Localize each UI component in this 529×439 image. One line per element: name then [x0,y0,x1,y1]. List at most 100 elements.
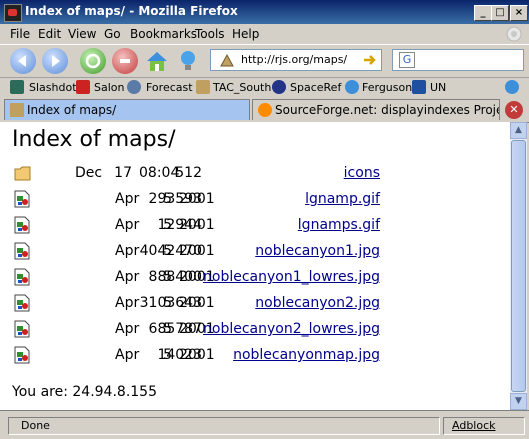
url-bar[interactable]: http://rjs.org/maps/ [210,49,382,71]
bookmark-forecast[interactable]: Forecast [146,81,193,94]
bookmark-spaceref[interactable]: SpaceRef [290,81,341,94]
bookmark-ferguson[interactable]: Ferguson [362,81,412,94]
reload-icon[interactable] [80,48,106,74]
tab-strip: Index of maps/ SourceForge.net: displayi… [0,98,529,123]
file-link[interactable]: lgnamp.gif [305,191,380,207]
listing-row: 14023 Apr 5 2001 noblecanyonmap.jpg [0,342,510,368]
file-month: Apr [115,269,140,285]
file-day: 5 [163,347,172,363]
file-link[interactable]: noblecanyon2.jpg [255,295,380,311]
listing-row: 685787 Apr 5 2001 noblecanyon2_lowres.jpg [0,316,510,342]
file-month: Apr [115,295,140,311]
client-ip-text: You are: 24.94.8.155 [12,384,157,400]
forecast-icon [127,80,141,94]
image-file-icon[interactable] [14,242,30,260]
file-time: 2001 [179,217,215,233]
maximize-button[interactable]: □ [491,5,509,21]
menu-help[interactable]: Help [232,27,259,41]
menu-bar: File Edit View Go Bookmarks Tools Help [0,24,529,44]
file-day: 5 [163,269,172,285]
go-arrow-icon[interactable] [361,52,377,68]
close-tab-icon[interactable]: ✕ [505,101,523,119]
file-month: Apr [115,191,140,207]
tab-label: Index of maps/ [27,103,117,117]
menu-view[interactable]: View [68,27,96,41]
ferguson-icon [345,80,359,94]
lightbulb-icon[interactable] [176,48,200,74]
bookmarks-overflow-icon[interactable] [505,80,519,94]
file-month: Apr [115,217,140,233]
menu-go[interactable]: Go [104,27,121,41]
image-file-icon[interactable] [14,268,30,286]
tab-label: SourceForge.net: displayindexes Project:… [275,103,499,117]
menu-file[interactable]: File [10,27,30,41]
file-time: 08:04 [139,165,180,181]
throbber-icon [500,24,528,44]
spaceref-icon [272,80,286,94]
page-heading: Index of maps/ [12,127,176,152]
page-content: Index of maps/ 512 Dec 17 08:04 icons 293593 A… [0,122,510,410]
file-date: Dec 17 08:04 [75,165,179,181]
image-file-icon[interactable] [14,216,30,234]
bookmark-salon[interactable]: Salon [94,81,124,94]
tab-index-of-maps[interactable]: Index of maps/ [4,99,250,120]
folder-icon[interactable] [14,164,31,182]
url-text: http://rjs.org/maps/ [241,53,348,66]
menu-tools[interactable]: Tools [195,27,225,41]
file-month: Apr [115,347,140,363]
adblock-link[interactable]: Adblock [452,419,496,432]
salon-icon [76,80,90,94]
file-link[interactable]: noblecanyon2_lowres.jpg [203,321,380,337]
file-link[interactable]: icons [344,165,380,181]
close-button[interactable]: × [510,5,528,21]
bookmark-tac-south[interactable]: TAC_South [213,81,271,94]
file-time: 2001 [179,295,215,311]
file-date: Apr 5 2001 [115,217,215,233]
listing-row: 3103643 Apr 5 2001 noblecanyon2.jpg [0,290,510,316]
bookmark-un[interactable]: UN [430,81,446,94]
slashdot-icon [10,80,24,94]
file-link[interactable]: noblecanyonmap.jpg [233,347,380,363]
tab-sourceforge[interactable]: SourceForge.net: displayindexes Project:… [252,99,500,120]
image-file-icon[interactable] [14,320,30,338]
image-file-icon[interactable] [14,294,30,312]
file-date: Apr 5 2001 [115,347,215,363]
file-day: 17 [114,165,132,181]
home-icon[interactable] [144,48,170,74]
image-file-icon[interactable] [14,346,30,364]
image-file-icon[interactable] [14,190,30,208]
file-day: 5 [163,321,172,337]
menu-edit[interactable]: Edit [38,27,61,41]
adblock-panel[interactable]: Adblock [443,417,525,435]
back-arrow-icon[interactable] [10,48,36,74]
scroll-up-arrow-icon[interactable]: ▲ [510,122,527,139]
listing-row: 293593 Apr 5 2001 lgnamp.gif [0,186,510,212]
file-link[interactable]: noblecanyon1_lowres.jpg [203,269,380,285]
stop-icon[interactable] [112,48,138,74]
menu-bookmarks[interactable]: Bookmarks [130,27,197,41]
file-time: 2001 [179,347,215,363]
bookmark-slashdot[interactable]: Slashdot [29,81,77,94]
bookmarks-toolbar: Slashdot Salon Forecast TAC_South SpaceR… [0,77,529,98]
listing-row: 12944 Apr 5 2001 lgnamps.gif [0,212,510,238]
listing-row: 888400 Apr 5 2001 noblecanyon1_lowres.jpg [0,264,510,290]
vertical-scrollbar[interactable]: ▲ ▼ [510,122,527,410]
file-date: Apr 5 2001 [115,269,215,285]
minimize-button[interactable]: _ [474,5,492,21]
forward-arrow-icon[interactable] [42,48,68,74]
google-search-icon: G [399,52,415,68]
site-favicon-icon [219,52,235,68]
search-field[interactable]: G [392,49,524,71]
file-link[interactable]: noblecanyon1.jpg [255,243,380,259]
file-date: Apr 5 2001 [115,321,215,337]
status-bar: Done Adblock [0,410,529,439]
scroll-thumb[interactable] [511,140,526,392]
listing-row: 512 Dec 17 08:04 icons [0,160,510,186]
file-day: 5 [163,243,172,259]
file-day: 5 [163,295,172,311]
scroll-down-arrow-icon[interactable]: ▼ [510,393,527,410]
file-date: Apr 5 2001 [115,243,215,259]
file-time: 2001 [179,191,215,207]
un-icon [412,80,426,94]
file-link[interactable]: lgnamps.gif [298,217,380,233]
